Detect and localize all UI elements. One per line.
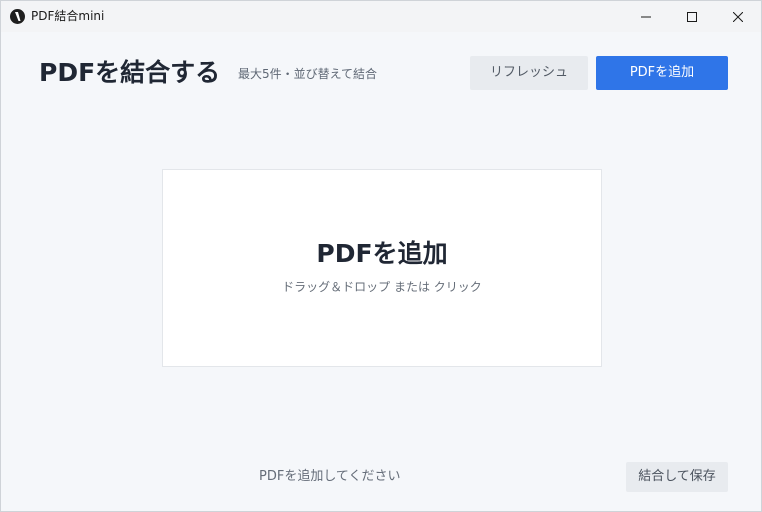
maximize-button[interactable] xyxy=(669,1,715,32)
drop-zone-hint: ドラッグ＆ドロップ または クリック xyxy=(282,280,482,294)
close-button[interactable] xyxy=(715,1,761,32)
page-subtitle: 最大5件・並び替えて結合 xyxy=(238,67,378,81)
app-logo-icon xyxy=(10,9,25,24)
merge-save-button[interactable]: 結合して保存 xyxy=(626,462,728,492)
page-title: PDFを結合する xyxy=(39,58,221,87)
maximize-icon xyxy=(687,7,697,26)
minimize-icon xyxy=(641,7,651,26)
close-icon xyxy=(732,7,744,26)
pdf-drop-zone[interactable]: PDFを追加 ドラッグ＆ドロップ または クリック xyxy=(162,169,602,367)
window-title: PDF結合mini xyxy=(31,9,105,23)
minimize-button[interactable] xyxy=(623,1,669,32)
title-bar[interactable]: PDF結合mini xyxy=(1,1,761,32)
add-pdf-button[interactable]: PDFを追加 xyxy=(596,56,728,90)
app-window: PDF結合mini PDFを結合する 最大5件・並び替えて結合 リフレッシュ P… xyxy=(0,0,762,512)
refresh-button[interactable]: リフレッシュ xyxy=(470,56,588,90)
drop-zone-title: PDFを追加 xyxy=(316,239,448,268)
status-message: PDFを追加してください xyxy=(259,469,401,484)
